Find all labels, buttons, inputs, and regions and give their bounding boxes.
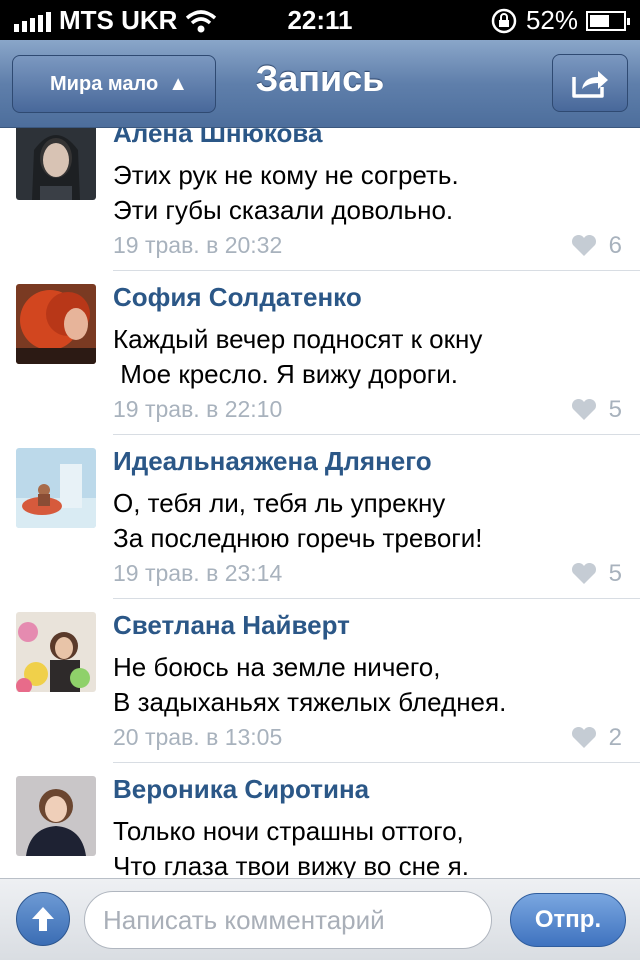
battery-icon — [586, 10, 630, 31]
comment-text: Этих рук не кому не согреть. Эти губы ск… — [113, 160, 459, 225]
comment-author[interactable]: Идеальнаяжена Длянего — [113, 446, 432, 477]
avatar[interactable] — [16, 448, 96, 528]
triangle-up-icon: ▲ — [168, 72, 188, 95]
like-count: 5 — [608, 396, 622, 423]
comment-item: Алена Шнюкова Этих рук не кому не согрет… — [0, 128, 640, 271]
avatar[interactable] — [16, 612, 96, 692]
arrow-up-icon — [32, 907, 54, 931]
comment-date: 19 трав. в 23:14 — [113, 560, 283, 586]
comment-date: 20 трав. в 13:05 — [113, 724, 283, 750]
comment-author[interactable]: Вероника Сиротина — [113, 774, 369, 805]
share-icon — [572, 71, 608, 98]
comment-author[interactable]: София Солдатенко — [113, 282, 362, 313]
comment-text: О, тебя ли, тебя ль упрекну За последнюю… — [113, 488, 483, 553]
comment-item: Идеальнаяжена Длянего О, тебя ли, тебя л… — [0, 434, 640, 599]
status-bar: MTS UKR 22:11 52% — [0, 0, 640, 40]
send-button[interactable]: Отпр. — [510, 893, 626, 947]
status-right: 52% — [490, 5, 630, 36]
heart-icon — [571, 563, 596, 584]
comment-author[interactable]: Светлана Найверт — [113, 610, 350, 641]
back-button-label: Мира мало — [50, 72, 159, 95]
like-count: 5 — [608, 560, 622, 587]
navigation-bar: Мира мало ▲ Запись — [0, 40, 640, 128]
like-count: 2 — [608, 724, 622, 751]
comment-item: София Солдатенко Каждый вечер подносят к… — [0, 270, 640, 435]
share-button[interactable] — [552, 54, 628, 112]
like-button[interactable]: 6 — [571, 232, 622, 260]
back-button[interactable]: Мира мало ▲ — [12, 55, 216, 113]
heart-icon — [571, 235, 596, 256]
avatar[interactable] — [16, 776, 96, 856]
like-button[interactable]: 5 — [571, 560, 622, 588]
comment-item: Вероника Сиротина Только ночи страшны от… — [0, 762, 640, 878]
comment-list[interactable]: Алена Шнюкова Этих рук не кому не согрет… — [0, 128, 640, 878]
heart-icon — [571, 399, 596, 420]
like-count: 6 — [608, 232, 622, 259]
like-button[interactable]: 2 — [571, 724, 622, 752]
comment-item: Светлана Найверт Не боюсь на земле ничег… — [0, 598, 640, 763]
avatar[interactable] — [16, 284, 96, 364]
attach-button[interactable] — [16, 892, 70, 946]
battery-percent: 52% — [525, 5, 578, 35]
comment-date: 19 трав. в 22:10 — [113, 396, 283, 422]
comment-text: Не боюсь на земле ничего, В задыханьях т… — [113, 652, 507, 717]
avatar[interactable] — [16, 128, 96, 200]
comment-date: 19 трав. в 20:32 — [113, 232, 283, 258]
comment-text: Только ночи страшны оттого, Что глаза тв… — [113, 816, 469, 878]
rotation-lock-icon — [491, 8, 517, 33]
heart-icon — [571, 727, 596, 748]
comment-text: Каждый вечер подносят к окну Мое кресло.… — [113, 324, 483, 389]
comment-author[interactable]: Алена Шнюкова — [113, 128, 323, 149]
comment-input[interactable] — [84, 891, 492, 949]
comment-composer: Отпр. — [0, 878, 640, 960]
like-button[interactable]: 5 — [571, 396, 622, 424]
